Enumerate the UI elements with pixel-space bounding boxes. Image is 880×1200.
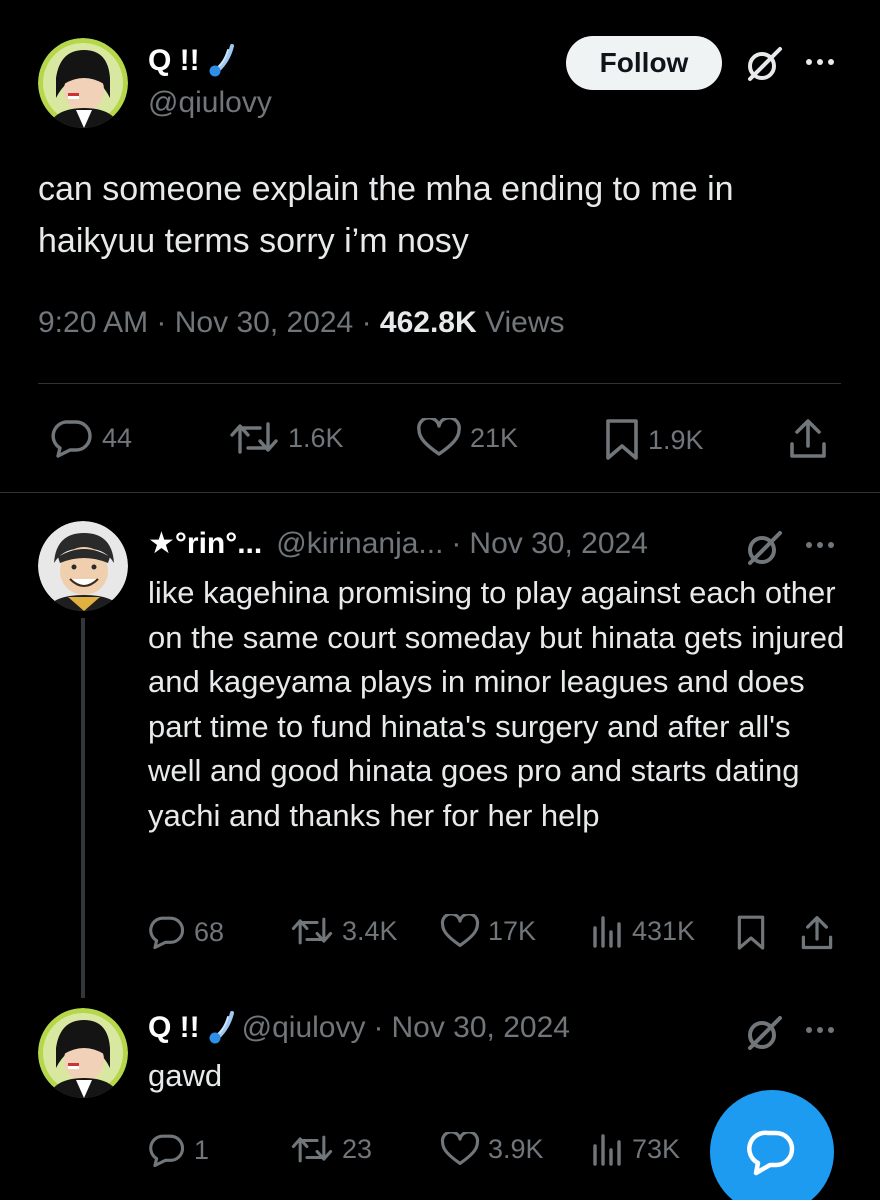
views-icon: [590, 914, 624, 948]
reply-icon: [148, 914, 186, 950]
repost-icon: [228, 418, 280, 458]
reply-1-handle[interactable]: @kirinanja...: [276, 527, 443, 561]
meta-separator: ·: [373, 1011, 384, 1044]
views-button[interactable]: 431K: [590, 914, 695, 948]
reply-count: 44: [102, 422, 133, 453]
reply-1-text: like kagehina promising to play against …: [148, 575, 845, 833]
meta-separator: ·: [361, 306, 372, 339]
views-count: 73K: [632, 1133, 681, 1164]
main-avatar[interactable]: [38, 38, 128, 128]
meta-separator: ·: [156, 306, 167, 339]
bookmark-icon: [736, 914, 766, 952]
like-button[interactable]: 3.9K: [440, 1132, 544, 1167]
tweet-time[interactable]: 9:20 AM: [38, 306, 148, 339]
compose-reply-icon: [746, 1127, 798, 1177]
reply-2-avatar[interactable]: [38, 1008, 128, 1098]
bookmark-button[interactable]: 1.9K: [604, 418, 704, 462]
reply-count: 68: [194, 916, 225, 947]
bookmark-button[interactable]: [736, 914, 766, 952]
like-icon: [416, 418, 462, 458]
comet-icon: [208, 1011, 234, 1045]
main-display-name: Q !!: [148, 44, 200, 77]
reply-2-handle[interactable]: @qiulovy: [242, 1011, 366, 1045]
repost-button[interactable]: 3.4K: [290, 914, 398, 948]
share-icon: [788, 418, 828, 460]
repost-count: 1.6K: [288, 422, 344, 453]
like-button[interactable]: 17K: [440, 914, 536, 949]
reply-1-display-name[interactable]: ★°rin°...: [148, 526, 262, 561]
like-icon: [440, 1132, 480, 1167]
comet-icon: [208, 44, 234, 78]
reply-button[interactable]: 1: [148, 1132, 209, 1168]
views-label: Views: [485, 306, 565, 339]
reply-button[interactable]: 68: [148, 914, 224, 950]
share-button[interactable]: [800, 914, 834, 952]
main-handle[interactable]: @qiulovy: [148, 86, 272, 120]
repost-icon: [290, 914, 334, 948]
tweet-date[interactable]: Nov 30, 2024: [175, 306, 353, 339]
reply-1-header: ★°rin°... @kirinanja... · Nov 30, 2024: [148, 526, 648, 561]
repost-button[interactable]: 1.6K: [228, 418, 344, 458]
divider: [38, 383, 841, 384]
more-icon[interactable]: [804, 1018, 836, 1042]
views-count: 431K: [632, 915, 696, 946]
views-count: 462.8K: [379, 306, 477, 339]
reply-icon: [50, 418, 94, 458]
like-count: 17K: [488, 916, 537, 946]
like-count: 3.9K: [488, 1134, 544, 1164]
repost-count: 3.4K: [342, 915, 398, 946]
bookmark-icon: [604, 418, 640, 462]
reply-button[interactable]: 44: [50, 418, 132, 458]
main-tweet-text: can someone explain the mha ending to me…: [38, 170, 734, 260]
reply-2-header: Q !! @qiulovy · Nov 30, 2024: [148, 1011, 570, 1045]
repost-icon: [290, 1132, 334, 1166]
reply-icon: [148, 1132, 186, 1168]
main-author-name[interactable]: Q !!: [148, 44, 234, 78]
grok-icon[interactable]: [744, 44, 784, 84]
reply-count: 1: [194, 1134, 210, 1165]
views-button[interactable]: 73K: [590, 1132, 680, 1166]
share-icon: [800, 914, 834, 952]
reply-1-avatar[interactable]: [38, 521, 128, 611]
reply-1-date[interactable]: Nov 30, 2024: [469, 527, 647, 561]
views-icon: [590, 1132, 624, 1166]
compose-reply-button[interactable]: [710, 1090, 834, 1200]
divider: [0, 492, 880, 493]
grok-icon[interactable]: [744, 1013, 784, 1053]
like-count: 21K: [470, 422, 519, 453]
follow-button[interactable]: Follow: [566, 36, 722, 90]
repost-count: 23: [342, 1133, 373, 1164]
reply-2-date[interactable]: Nov 30, 2024: [392, 1011, 570, 1045]
more-icon[interactable]: [804, 50, 836, 74]
share-button[interactable]: [788, 418, 828, 460]
repost-button[interactable]: 23: [290, 1132, 372, 1166]
grok-icon[interactable]: [744, 528, 784, 568]
thread-line: [81, 618, 85, 998]
reply-2-display-name[interactable]: Q !!: [148, 1011, 200, 1045]
bookmark-count: 1.9K: [648, 424, 704, 455]
meta-separator: ·: [451, 526, 462, 560]
main-tweet: Q !! @qiulovy Follow can someone explain…: [0, 0, 880, 492]
like-icon: [440, 914, 480, 949]
like-button[interactable]: 21K: [416, 418, 518, 458]
more-icon[interactable]: [804, 533, 836, 557]
reply-2-text: gawd: [148, 1058, 223, 1093]
tweet-meta: 9:20 AM · Nov 30, 2024 · 462.8K Views: [38, 306, 565, 340]
